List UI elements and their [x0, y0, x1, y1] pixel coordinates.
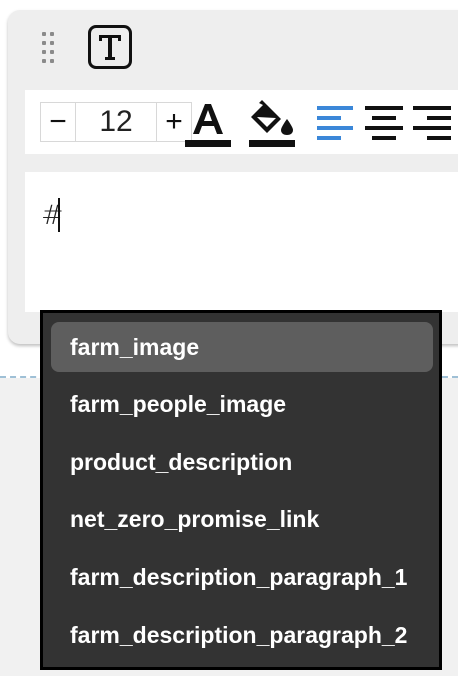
- font-size-stepper: − 12 +: [40, 102, 192, 142]
- fill-color-icon[interactable]: [247, 99, 297, 148]
- suggestion-item[interactable]: product_description: [51, 437, 433, 487]
- font-size-decrement-button[interactable]: −: [41, 103, 75, 141]
- text-type-icon: [99, 35, 121, 60]
- text-caret: [58, 198, 60, 232]
- suggestion-item[interactable]: farm_description_paragraph_2: [51, 610, 433, 660]
- font-size-value[interactable]: 12: [75, 103, 157, 141]
- suggestion-item[interactable]: farm_image: [51, 322, 433, 372]
- align-right-icon[interactable]: [413, 104, 451, 140]
- variable-suggestion-dropdown: farm_image farm_people_image product_des…: [40, 310, 442, 670]
- text-editor[interactable]: #: [25, 172, 458, 312]
- suggestion-item[interactable]: farm_description_paragraph_1: [51, 552, 433, 602]
- drag-handle-icon[interactable]: [40, 30, 56, 70]
- text-type-button[interactable]: [88, 25, 132, 69]
- formatting-toolbar: − 12 +: [25, 90, 458, 154]
- text-color-icon[interactable]: [183, 102, 233, 148]
- align-center-icon[interactable]: [365, 104, 403, 140]
- editor-text: #: [41, 200, 64, 231]
- align-left-icon[interactable]: [317, 104, 355, 140]
- suggestion-item[interactable]: net_zero_promise_link: [51, 494, 433, 544]
- suggestion-item[interactable]: farm_people_image: [51, 379, 433, 429]
